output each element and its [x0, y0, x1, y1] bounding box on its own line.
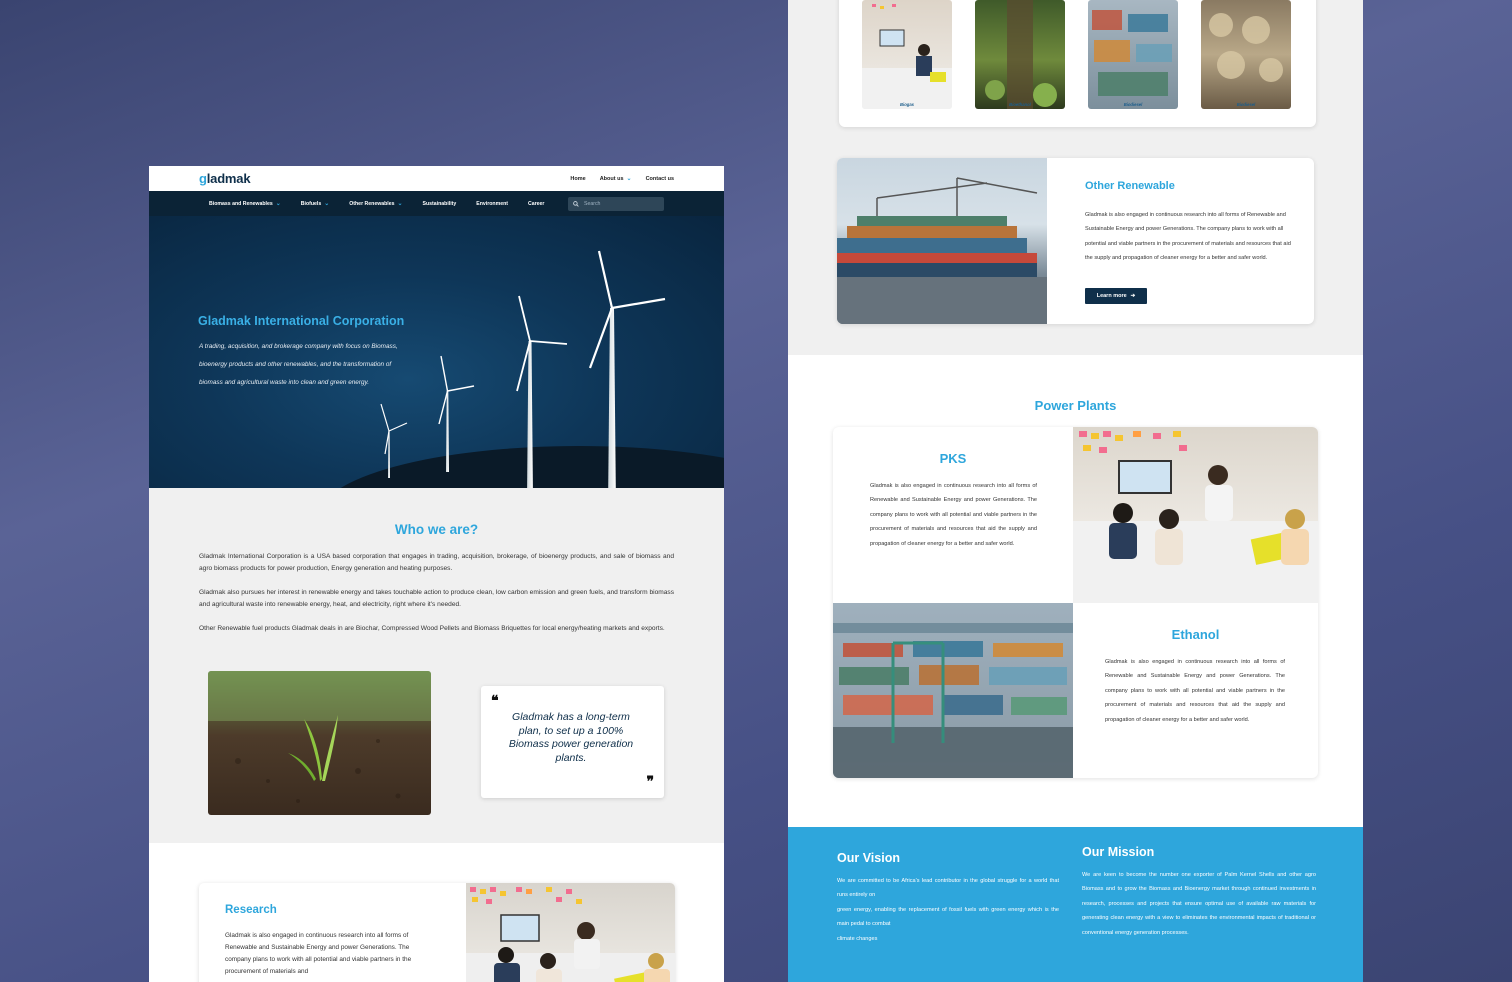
pks-text: Gladmak is also engaged in continuous re… [870, 483, 1037, 547]
hero-description: A trading, acquisition, and brokerage co… [199, 343, 398, 386]
thumb-caption-biodiesel-2: Biodiesel [1236, 102, 1256, 107]
search-placeholder: Search [584, 200, 601, 207]
nav-environment[interactable]: Environment [476, 201, 508, 207]
nav-about-label: About us [599, 175, 624, 182]
who-paragraph-2: Gladmak also pursues her interest in ren… [199, 589, 674, 608]
thumb-bioethanol-image[interactable] [975, 0, 1065, 109]
power-plants-grid: PKS Gladmak is also engaged in continuou… [833, 427, 1318, 778]
nav-other-renewables[interactable]: Other Renewables ⌄ [349, 200, 403, 208]
hero-section: Gladmak International Corporation A trad… [149, 216, 724, 488]
power-plants-section: Power Plants PKS Gladmak is also engaged… [788, 355, 1363, 827]
nav-biofuels[interactable]: Biofuels ⌄ [300, 200, 330, 208]
nav-biomass[interactable]: Biomass and Renewables ⌄ [209, 200, 281, 208]
ethanol-title: Ethanol [1171, 627, 1220, 642]
other-renewable-card: Other Renewable Gladmak is also engaged … [837, 158, 1314, 324]
learn-more-button[interactable]: Learn more ➔ [1085, 288, 1147, 304]
vision-line-1: We are committed to be Africa's lead con… [837, 878, 1059, 899]
logo-text: ladmak [206, 171, 251, 186]
vision-text: We are committed to be Africa's lead con… [837, 874, 1059, 946]
top-bar: gladmak Home About us ⌄ Contact us [149, 166, 724, 191]
nav-sustainability[interactable]: Sustainability [423, 201, 457, 207]
thumb-caption-bioethanol: Bioethanol [1009, 102, 1031, 107]
thumb-biodiesel-image[interactable] [1088, 0, 1178, 109]
who-we-are-section: Who we are? Gladmak International Corpor… [149, 488, 724, 843]
ethanol-text: Gladmak is also engaged in continuous re… [1105, 659, 1285, 723]
vision-line-3: climate changes [837, 935, 878, 942]
search-icon [573, 200, 579, 207]
vision-mission-section: Our Vision We are committed to be Africa… [788, 827, 1363, 982]
other-renewable-title: Other Renewable [1085, 180, 1175, 192]
vision-title: Our Vision [837, 851, 900, 865]
search-input[interactable]: Search [568, 196, 664, 211]
who-paragraph-3: Other Renewable fuel products Gladmak de… [199, 625, 665, 632]
pks-office-image [1073, 427, 1318, 603]
mission-text: We are keen to become the number one exp… [1082, 872, 1316, 936]
thumb-caption-biodiesel: Biodiesel [1123, 102, 1143, 107]
who-paragraph-1: Gladmak International Corporation is a U… [199, 553, 674, 572]
nav-about[interactable]: About us ⌄ [599, 175, 632, 183]
vision-line-2: green energy, enabling the replacement o… [837, 906, 1059, 928]
nav-biomass-label: Biomass and Renewables [209, 200, 273, 207]
logo-g: g [199, 171, 207, 186]
arrow-right-icon: ➔ [1130, 293, 1136, 299]
nav-other-renewables-label: Other Renewables [349, 200, 395, 207]
chevron-down-icon: ⌄ [626, 176, 632, 182]
quote-card: ❝ Gladmak has a long-term plan, to set u… [481, 686, 664, 798]
thumb-caption-biogas: Biogas [900, 102, 914, 107]
nav-home[interactable]: Home [570, 175, 585, 182]
homepage-mockup-left: gladmak Home About us ⌄ Contact us Biomas… [149, 166, 724, 982]
seedling-image [208, 671, 431, 815]
chevron-down-icon: ⌄ [324, 201, 330, 207]
other-renewable-text: Gladmak is also engaged in continuous re… [1085, 212, 1291, 262]
pks-title: PKS [939, 451, 967, 466]
thumb-biogas-image[interactable] [862, 0, 952, 109]
office-meeting-image [466, 883, 675, 982]
thumb-biodiesel-2-image[interactable] [1201, 0, 1291, 109]
logo[interactable]: gladmak [199, 171, 251, 186]
ethanol-port-image [833, 603, 1073, 778]
cargo-ship-image [837, 158, 1047, 324]
nav-biofuels-label: Biofuels [300, 200, 322, 207]
learn-more-label: Learn more [1096, 293, 1127, 299]
chevron-down-icon: ⌄ [397, 201, 403, 207]
top-nav: Home About us ⌄ Contact us [570, 175, 674, 183]
research-section: Research Gladmak is also engaged in cont… [149, 843, 724, 982]
nav-contact[interactable]: Contact us [646, 175, 674, 182]
research-text: Gladmak is also engaged in continuous re… [225, 932, 412, 975]
mission-title: Our Mission [1082, 845, 1155, 859]
research-card: Research Gladmak is also engaged in cont… [199, 883, 675, 982]
hero-title: Gladmak International Corporation [198, 314, 405, 328]
quote-text: Gladmak has a long-term plan, to set up … [508, 711, 634, 764]
biofuels-gallery-card: Biogas Bioethanol Biodiesel Biodiesel [839, 0, 1316, 127]
main-nav: Biomass and Renewables ⌄ Biofuels ⌄ Other … [149, 191, 724, 216]
nav-career[interactable]: Career [528, 201, 544, 207]
chevron-down-icon: ⌄ [275, 201, 281, 207]
quote-open-icon: ❝ [491, 692, 499, 708]
power-plants-title: Power Plants [1034, 398, 1117, 413]
quote-close-icon: ❞ [646, 773, 654, 789]
section-title: Who we are? [394, 522, 479, 537]
homepage-mockup-right: Biogas Bioethanol Biodiesel Biodiesel Ot… [788, 0, 1363, 982]
research-title: Research [225, 904, 277, 916]
